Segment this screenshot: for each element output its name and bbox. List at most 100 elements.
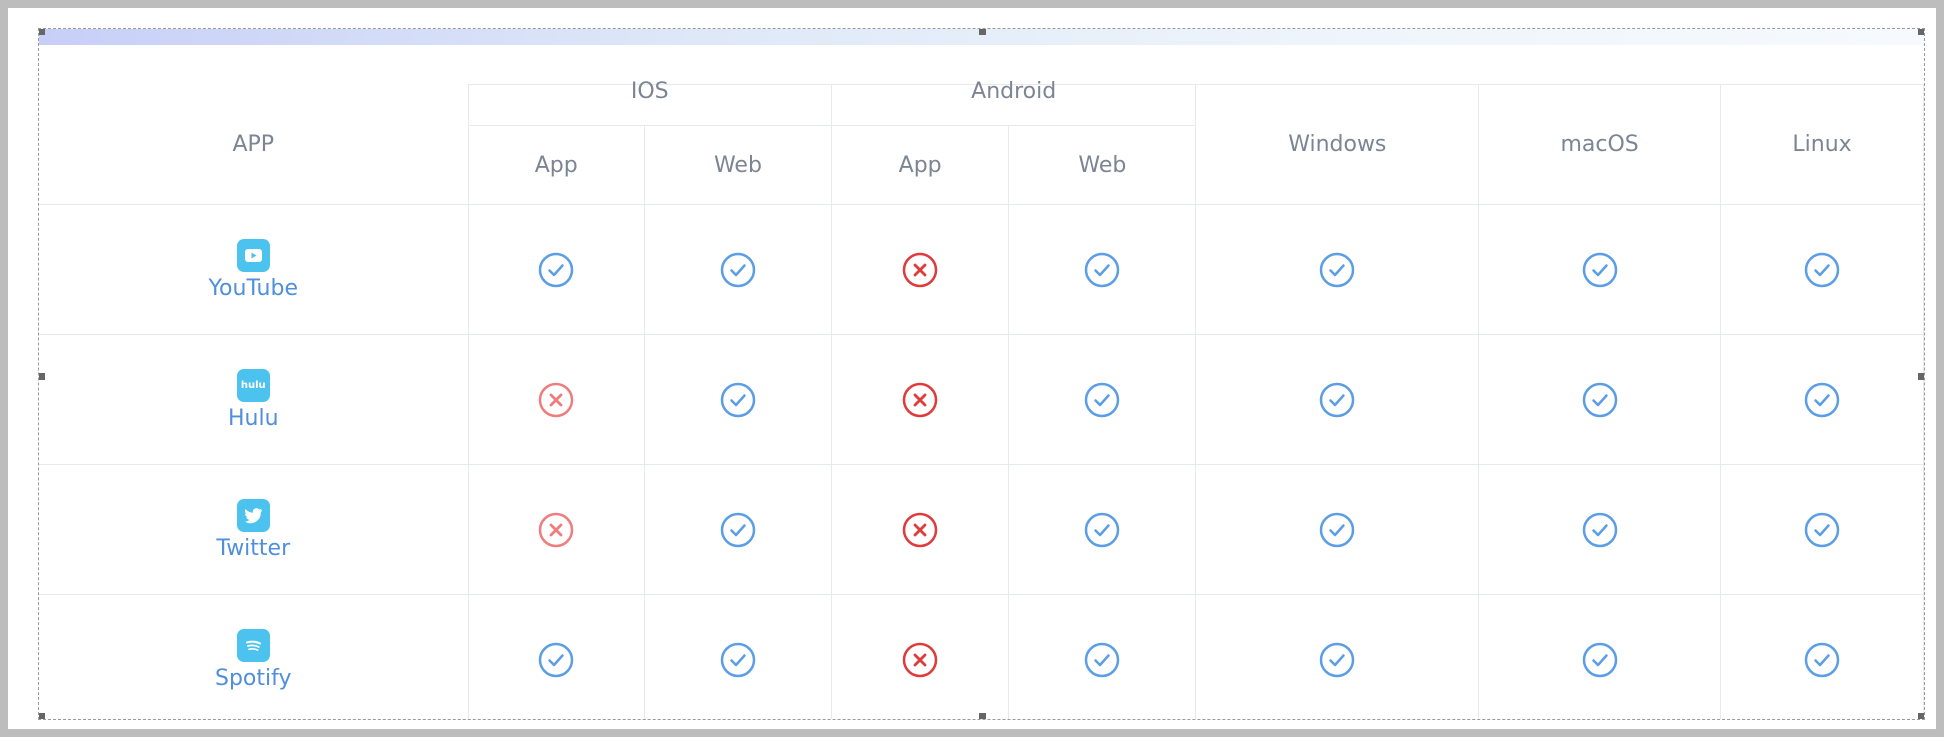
support-cell-macos [1478, 334, 1722, 465]
resize-handle-bl[interactable] [39, 713, 45, 719]
support-cell-windows [1195, 204, 1480, 335]
android-group-label: Android [971, 78, 1057, 104]
resize-handle-tr[interactable] [1918, 29, 1924, 35]
android-app-label: App [898, 152, 942, 178]
support-cell-windows [1195, 334, 1480, 465]
app-name: Spotify [215, 665, 292, 691]
check-circle-icon [1085, 512, 1120, 547]
macos-header-label: macOS [1560, 132, 1639, 157]
check-circle-icon [720, 382, 756, 417]
check-circle-icon [1085, 382, 1120, 417]
selection-frame[interactable]: APP IOS Android Windows macOS Linux App … [38, 28, 1925, 720]
table-row: hulu Hulu [39, 334, 1924, 465]
check-circle-icon [1804, 382, 1840, 417]
android-web-label: Web [1078, 152, 1127, 178]
support-cell-linux [1720, 334, 1924, 465]
support-cell-macos [1478, 594, 1722, 719]
canvas: APP IOS Android Windows macOS Linux App … [8, 8, 1936, 729]
cross-circle-icon [538, 512, 574, 547]
linux-header-label: Linux [1792, 132, 1852, 157]
support-cell-android-app [830, 464, 1010, 595]
hulu-icon-text: hulu [240, 379, 266, 391]
check-circle-icon [1582, 642, 1617, 677]
ios-group-header: IOS [467, 79, 832, 126]
youtube-icon [236, 238, 270, 272]
resize-handle-mr[interactable] [1918, 373, 1924, 380]
check-circle-icon [1582, 512, 1617, 547]
windows-header: Windows [1195, 84, 1480, 205]
app-cell-youtube: YouTube [39, 204, 469, 335]
support-cell-linux [1720, 464, 1924, 595]
support-cell-android-app [830, 594, 1010, 719]
app-header-label: APP [232, 131, 275, 157]
support-cell-ios-web [643, 204, 832, 335]
cross-circle-icon [902, 382, 938, 417]
check-circle-icon [538, 252, 574, 287]
cross-circle-icon [902, 252, 938, 287]
support-cell-ios-app [467, 464, 645, 595]
android-app-header: App [830, 125, 1010, 205]
check-circle-icon [1320, 642, 1355, 677]
support-cell-linux [1720, 594, 1924, 719]
resize-handle-bc[interactable] [979, 713, 986, 719]
check-circle-icon [1320, 512, 1355, 547]
cross-circle-icon [902, 512, 938, 547]
check-circle-icon [538, 642, 574, 677]
table-row: Twitter [39, 464, 1924, 595]
hulu-icon: hulu [236, 368, 270, 402]
ios-app-header: App [467, 125, 645, 205]
cross-circle-icon [538, 382, 574, 417]
app-name: YouTube [208, 275, 298, 301]
check-circle-icon [1085, 252, 1120, 287]
linux-header: Linux [1720, 84, 1924, 205]
ios-web-header: Web [643, 125, 832, 205]
twitter-icon [236, 498, 270, 532]
support-cell-windows [1195, 594, 1480, 719]
check-circle-icon [1804, 512, 1840, 547]
check-circle-icon [720, 252, 756, 287]
support-cell-ios-app [467, 334, 645, 465]
app-cell-twitter: Twitter [39, 464, 469, 595]
support-cell-android-app [830, 334, 1010, 465]
resize-handle-ml[interactable] [39, 373, 45, 380]
app-column-header: APP [39, 84, 469, 205]
check-circle-icon [720, 512, 756, 547]
resize-handle-br[interactable] [1918, 713, 1924, 719]
check-circle-icon [1320, 252, 1355, 287]
cross-circle-icon [902, 642, 938, 677]
android-web-header: Web [1008, 125, 1197, 205]
support-cell-android-web [1008, 594, 1197, 719]
ios-app-label: App [534, 152, 578, 178]
support-cell-ios-web [643, 594, 832, 719]
resize-handle-tc[interactable] [979, 29, 986, 35]
check-circle-icon [1582, 252, 1617, 287]
platform-support-table: APP IOS Android Windows macOS Linux App … [39, 79, 1924, 719]
support-cell-windows [1195, 464, 1480, 595]
app-cell-spotify: Spotify [39, 594, 469, 719]
ios-web-label: Web [713, 152, 762, 178]
android-group-header: Android [830, 79, 1197, 126]
resize-handle-tl[interactable] [39, 29, 45, 35]
support-cell-ios-web [643, 334, 832, 465]
check-circle-icon [1320, 382, 1355, 417]
table-row: Spotify [39, 594, 1924, 719]
support-cell-macos [1478, 464, 1722, 595]
check-circle-icon [720, 642, 756, 677]
app-cell-hulu: hulu Hulu [39, 334, 469, 465]
support-cell-macos [1478, 204, 1722, 335]
check-circle-icon [1804, 642, 1840, 677]
check-circle-icon [1085, 642, 1120, 677]
support-cell-ios-app [467, 204, 645, 335]
check-circle-icon [1804, 252, 1840, 287]
spotify-icon [236, 628, 270, 662]
support-cell-android-web [1008, 464, 1197, 595]
macos-header: macOS [1478, 84, 1722, 205]
support-cell-android-web [1008, 334, 1197, 465]
app-name: Hulu [227, 405, 279, 431]
table-row: YouTube [39, 204, 1924, 335]
support-cell-android-web [1008, 204, 1197, 335]
app-name: Twitter [216, 535, 291, 561]
ios-group-label: IOS [630, 78, 669, 104]
support-cell-android-app [830, 204, 1010, 335]
windows-header-label: Windows [1288, 132, 1387, 157]
